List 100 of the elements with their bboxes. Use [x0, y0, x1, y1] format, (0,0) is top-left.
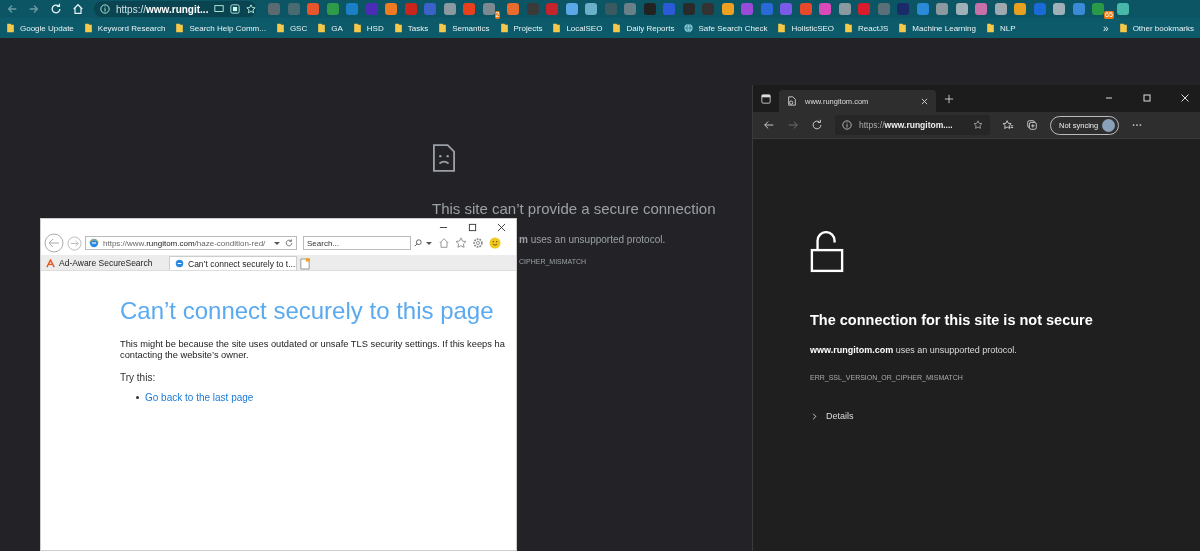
collections-icon[interactable] [1026, 119, 1038, 131]
smiley-icon[interactable] [489, 237, 501, 249]
favorites-icon[interactable] [1002, 119, 1014, 131]
extension-icon[interactable] [507, 3, 519, 15]
extension-icon[interactable] [1053, 3, 1065, 15]
error-heading: This site can’t provide a secure connection [432, 200, 717, 217]
browser-tab[interactable]: Can’t connect securely to t... [169, 256, 297, 270]
extension-icon[interactable] [482, 3, 495, 15]
extension-icon[interactable] [1092, 3, 1104, 15]
extension-icon[interactable] [624, 3, 636, 15]
bookmark[interactable]: HolisticSEO [777, 23, 835, 33]
extension-icon[interactable] [643, 3, 656, 15]
extension-icon[interactable] [916, 3, 929, 15]
bookmark[interactable]: Daily Reports [612, 23, 675, 33]
back-icon[interactable] [763, 119, 775, 131]
forward-icon[interactable] [67, 235, 82, 251]
cast-icon[interactable] [214, 4, 225, 14]
bookmark[interactable]: GA [317, 23, 343, 33]
extension-icon[interactable] [780, 3, 792, 15]
extension-icon[interactable] [1014, 3, 1026, 15]
unlocked-padlock-icon [810, 231, 844, 273]
bookmark[interactable]: Machine Learning [898, 23, 976, 33]
extension-icon[interactable] [385, 3, 397, 15]
bookmark[interactable]: ReactJS [844, 23, 889, 33]
bookmark[interactable]: HSD [352, 23, 384, 33]
extension-icon[interactable] [346, 3, 358, 15]
extension-icon[interactable] [463, 3, 475, 15]
star-icon[interactable] [455, 237, 467, 249]
bookmark[interactable]: Keyword Research [83, 23, 166, 33]
bookmark[interactable]: Other bookmarks [1118, 23, 1194, 33]
folder-icon [317, 23, 327, 33]
address-bar[interactable]: https://www.rungitom.com/haze-condition-red/ [85, 236, 297, 250]
extension-icon[interactable] [994, 3, 1007, 15]
forward-icon[interactable] [787, 119, 799, 131]
extension-icon[interactable] [799, 3, 812, 15]
extension-icon[interactable] [585, 3, 597, 15]
folder-icon [985, 23, 995, 33]
settings-icon[interactable] [472, 237, 484, 249]
add-favorite-icon[interactable] [973, 120, 983, 130]
error-message: www.rungitom.com uses an unsupported protocol. [810, 345, 1018, 355]
search-field[interactable]: Search... [303, 236, 411, 250]
extension-icon[interactable] [307, 3, 319, 15]
extension-icon[interactable] [682, 3, 695, 15]
browser-tab[interactable]: Ad-Aware SecureSearch [41, 256, 169, 270]
go-back-link[interactable]: Go back to the last page [145, 392, 254, 403]
refresh-icon[interactable] [285, 239, 293, 247]
dropdown-icon[interactable] [273, 239, 281, 247]
avatar-icon [1102, 118, 1116, 132]
bookmark[interactable]: Search Help Comm... [175, 23, 266, 33]
bookmark[interactable]: LocalSEO [552, 23, 603, 33]
search-icon[interactable] [414, 239, 422, 247]
folder-icon [552, 23, 562, 33]
bookmark[interactable]: Safe Search Check [684, 23, 768, 33]
maximize-icon[interactable] [468, 223, 477, 232]
dropdown-icon[interactable] [425, 239, 433, 247]
back-icon[interactable] [44, 233, 64, 253]
bookmark[interactable]: Google Update [6, 23, 74, 33]
reload-icon[interactable] [50, 3, 62, 15]
extension-icon[interactable] [858, 3, 870, 15]
bookmark[interactable]: Semantics [438, 23, 490, 33]
page-icon [787, 96, 797, 106]
extension-icon[interactable] [936, 3, 948, 15]
close-icon[interactable] [497, 223, 506, 232]
folder-icon [777, 23, 787, 33]
error-message: This might be because the site uses outdated or unsafe TLS security settings. If this keeps ha [120, 339, 506, 349]
extension-icon[interactable] [565, 3, 578, 15]
back-icon[interactable] [6, 3, 18, 15]
extension-icon[interactable] [1072, 3, 1085, 15]
bookmark[interactable]: Tasks [393, 23, 429, 33]
address-bar[interactable]: https://www.rungit... [94, 1, 256, 17]
extension-icon[interactable] [1033, 3, 1046, 15]
extension-icon[interactable] [760, 3, 773, 15]
extension-icon[interactable] [975, 3, 987, 15]
folder-icon [393, 23, 403, 33]
extension-icon[interactable] [443, 3, 456, 15]
details-toggle[interactable]: Details [810, 411, 854, 421]
folder-icon [83, 23, 93, 33]
folder-icon [352, 23, 362, 33]
extension-icon[interactable] [838, 3, 851, 15]
grid-icon[interactable] [230, 4, 241, 14]
bookmark[interactable]: Projects [499, 23, 543, 33]
extension-icon[interactable] [404, 3, 417, 15]
address-bar[interactable]: https://www.rungitom.... [835, 115, 990, 135]
extension-icon[interactable] [819, 3, 831, 15]
folder-icon [175, 23, 185, 33]
more-bookmarks-button[interactable]: » [1103, 22, 1109, 34]
info-icon[interactable] [842, 120, 852, 130]
folder-icon [898, 23, 908, 33]
extension-icon[interactable] [877, 3, 890, 15]
extension-icon[interactable] [741, 3, 753, 15]
bookmark[interactable]: NLP [985, 23, 1016, 33]
extension-icon[interactable] [721, 3, 734, 15]
forward-icon[interactable] [28, 3, 40, 15]
extension-icon[interactable] [1116, 3, 1129, 15]
bookmark[interactable]: GSC [275, 23, 308, 33]
extension-icon[interactable] [955, 3, 968, 15]
a-logo-icon [46, 258, 55, 268]
tab-actions-icon[interactable] [761, 94, 771, 104]
chevron-icon [810, 411, 819, 421]
extension-icon[interactable] [326, 3, 339, 15]
